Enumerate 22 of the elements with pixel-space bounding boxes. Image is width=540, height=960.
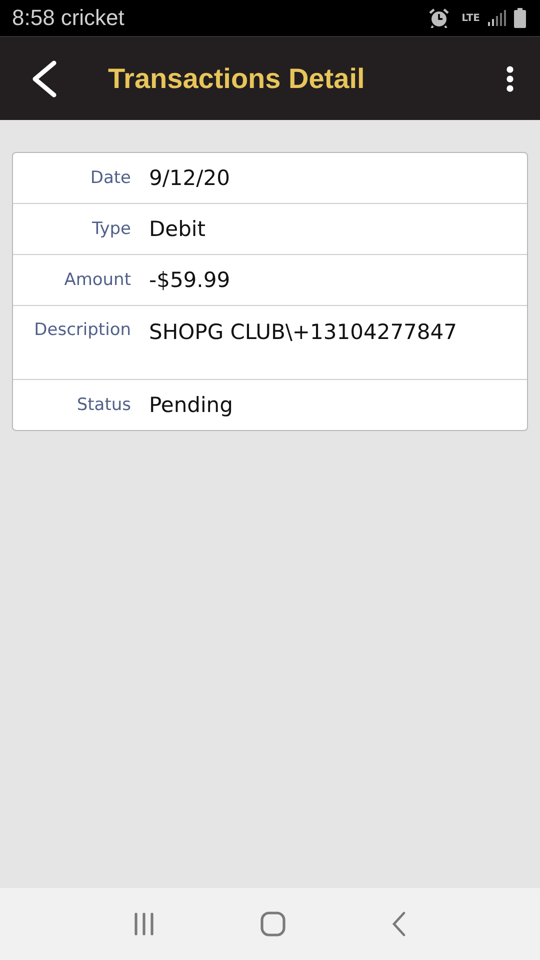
page-title: Transactions Detail bbox=[108, 62, 365, 94]
network-type: LTE bbox=[462, 12, 480, 24]
field-label: Status bbox=[76, 395, 131, 415]
recent-apps-button[interactable] bbox=[132, 912, 155, 936]
field-label: Type bbox=[90, 219, 131, 239]
field-value: -$59.99 bbox=[149, 268, 230, 292]
field-value: Pending bbox=[149, 393, 233, 417]
field-label: Amount bbox=[63, 270, 131, 290]
field-value: SHOPG CLUB\+13104277847 bbox=[149, 320, 457, 344]
back-button[interactable] bbox=[30, 60, 58, 98]
field-value: 9/12/20 bbox=[149, 166, 230, 190]
alarm-icon bbox=[428, 8, 450, 28]
back-nav-button[interactable] bbox=[391, 911, 408, 937]
more-menu-icon[interactable] bbox=[506, 66, 514, 92]
signal-icon bbox=[488, 10, 506, 26]
field-value: Debit bbox=[149, 217, 206, 241]
home-button[interactable] bbox=[260, 911, 286, 937]
carrier-name: cricket bbox=[60, 5, 124, 31]
status-time: 8:58 bbox=[12, 5, 55, 31]
battery-icon bbox=[514, 8, 526, 28]
field-label: Date bbox=[89, 168, 131, 188]
field-label: Description bbox=[33, 320, 131, 340]
